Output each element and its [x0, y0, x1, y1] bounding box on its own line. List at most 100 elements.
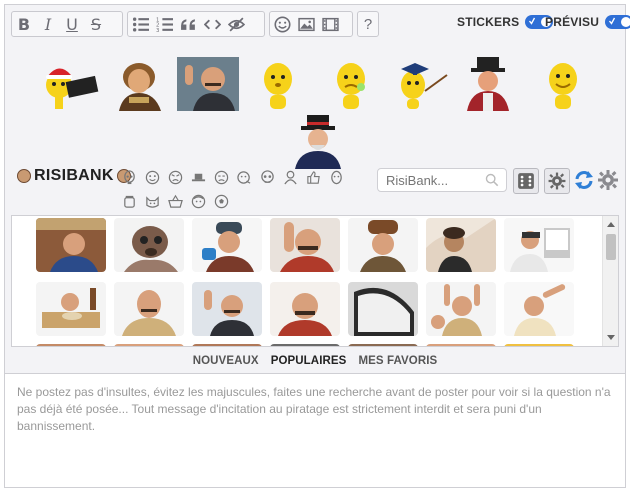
grid-sticker[interactable] — [270, 344, 340, 346]
sticker-smiley-shy[interactable] — [245, 57, 307, 111]
sticker-uncle-sam[interactable] — [287, 115, 349, 169]
sticker-smiley-cry[interactable] — [321, 57, 383, 111]
quote-icon — [180, 18, 195, 30]
sticker-smiley-happy[interactable] — [535, 57, 597, 111]
search-icon[interactable] — [485, 173, 499, 187]
underline-button[interactable]: U — [60, 12, 84, 36]
preview-switch-knob — [620, 16, 630, 28]
category-ball-icon[interactable] — [213, 193, 230, 210]
block-group: 123 — [127, 11, 265, 37]
grid-sticker[interactable] — [504, 282, 574, 336]
sticker-top-hat-man[interactable] — [457, 57, 519, 111]
format-group: B I U S — [11, 11, 123, 37]
grid-sticker[interactable] — [192, 344, 262, 346]
bold-button[interactable]: B — [12, 12, 36, 36]
category-hat-icon[interactable] — [190, 169, 207, 186]
grid-sticker[interactable] — [348, 344, 418, 346]
sticker-santa-sign[interactable] — [41, 57, 103, 111]
grid-sticker[interactable] — [114, 282, 184, 336]
grid-sticker[interactable] — [348, 282, 418, 336]
grid-sticker[interactable] — [114, 344, 184, 346]
emoji-button[interactable] — [270, 12, 294, 36]
scroll-thumb[interactable] — [606, 234, 616, 260]
grid-sticker[interactable] — [36, 282, 106, 336]
video-button[interactable] — [318, 12, 342, 36]
check-icon — [609, 17, 616, 25]
risibank-bar: RISIBANK — [5, 165, 625, 215]
sticker-curly-man[interactable] — [109, 57, 171, 111]
grid-sticker[interactable] — [192, 218, 262, 272]
preview-switch[interactable] — [605, 15, 630, 29]
message-editor: B I U S 123 ? STICKERS PRÉVISU RISIBANK … — [4, 4, 630, 488]
preview-toggle[interactable]: PRÉVISU — [545, 15, 630, 29]
scroll-up-arrow-icon[interactable] — [607, 222, 615, 227]
grid-sticker[interactable] — [504, 218, 574, 272]
grid-scrollbar[interactable] — [602, 216, 618, 346]
refresh-icon[interactable] — [573, 169, 595, 191]
risibank-logo[interactable]: RISIBANK — [17, 167, 131, 185]
risitas-face-icon — [17, 169, 31, 183]
category-angry-icon[interactable] — [167, 169, 184, 186]
random-button[interactable] — [513, 168, 539, 194]
category-head-icon[interactable] — [328, 169, 345, 186]
help-group: ? — [357, 11, 379, 37]
favorite-stickers — [5, 49, 625, 169]
check-icon — [529, 17, 536, 25]
grid-sticker[interactable] — [192, 282, 262, 336]
tab-popular[interactable]: POPULAIRES — [271, 355, 347, 367]
category-thumbs-up-icon[interactable] — [305, 169, 322, 186]
category-face-icon[interactable] — [190, 193, 207, 210]
message-textarea[interactable]: Ne postez pas d'insultes, évitez les maj… — [5, 373, 625, 487]
grid-sticker[interactable] — [36, 344, 106, 346]
italic-button[interactable]: I — [36, 12, 60, 36]
tab-favorites[interactable]: MES FAVORIS — [358, 355, 437, 367]
settings-button[interactable] — [544, 168, 570, 194]
category-jar-icon[interactable] — [121, 193, 138, 210]
category-skull-icon[interactable] — [259, 169, 276, 186]
category-sad-icon[interactable] — [213, 169, 230, 186]
image-button[interactable] — [294, 12, 318, 36]
tab-new[interactable]: NOUVEAUX — [193, 355, 259, 367]
sticker-tabs: NOUVEAUX POPULAIRES MES FAVORIS — [5, 349, 625, 373]
risibank-category-row-1 — [121, 169, 345, 186]
help-button[interactable]: ? — [358, 12, 378, 36]
code-icon — [203, 19, 221, 29]
grid-sticker[interactable] — [426, 218, 496, 272]
grid-sticker[interactable] — [270, 218, 340, 272]
category-smile-icon[interactable] — [144, 169, 161, 186]
grid-sticker[interactable] — [114, 218, 184, 272]
grid-sticker[interactable] — [348, 218, 418, 272]
spoiler-icon — [227, 17, 245, 31]
sticker-risitas-wave[interactable] — [177, 57, 239, 111]
video-icon — [321, 17, 339, 31]
grid-sticker[interactable] — [504, 344, 574, 346]
code-button[interactable] — [200, 12, 224, 36]
bullet-list-icon — [132, 16, 149, 32]
sticker-grid — [11, 215, 619, 347]
grid-sticker[interactable] — [426, 344, 496, 346]
quote-button[interactable] — [176, 12, 200, 36]
category-person-icon[interactable] — [282, 169, 299, 186]
strike-button[interactable]: S — [84, 12, 108, 36]
grid-sticker[interactable] — [270, 282, 340, 336]
spoiler-button[interactable] — [224, 12, 248, 36]
gear-icon[interactable] — [597, 169, 619, 191]
grid-sticker[interactable] — [426, 282, 496, 336]
risibank-logo-text: RISIBANK — [34, 167, 114, 184]
risibank-category-row-2 — [121, 193, 230, 210]
category-basket-icon[interactable] — [167, 193, 184, 210]
category-think-icon[interactable] — [236, 169, 253, 186]
numbered-list-icon: 123 — [156, 17, 173, 33]
media-group — [269, 11, 353, 37]
stickers-toggle[interactable]: STICKERS — [457, 15, 554, 29]
category-cat-icon[interactable] — [144, 193, 161, 210]
scroll-down-arrow-icon[interactable] — [607, 335, 615, 340]
dice-icon — [518, 173, 534, 189]
sticker-smiley-teacher[interactable] — [389, 57, 451, 111]
editor-toolbar: B I U S 123 ? STICKERS PRÉVISU — [5, 5, 630, 43]
category-alien-icon[interactable] — [121, 169, 138, 186]
grid-sticker[interactable] — [36, 218, 106, 272]
bullet-list-button[interactable] — [128, 12, 152, 36]
emoji-icon — [273, 15, 291, 33]
numbered-list-button[interactable]: 123 — [152, 12, 176, 36]
